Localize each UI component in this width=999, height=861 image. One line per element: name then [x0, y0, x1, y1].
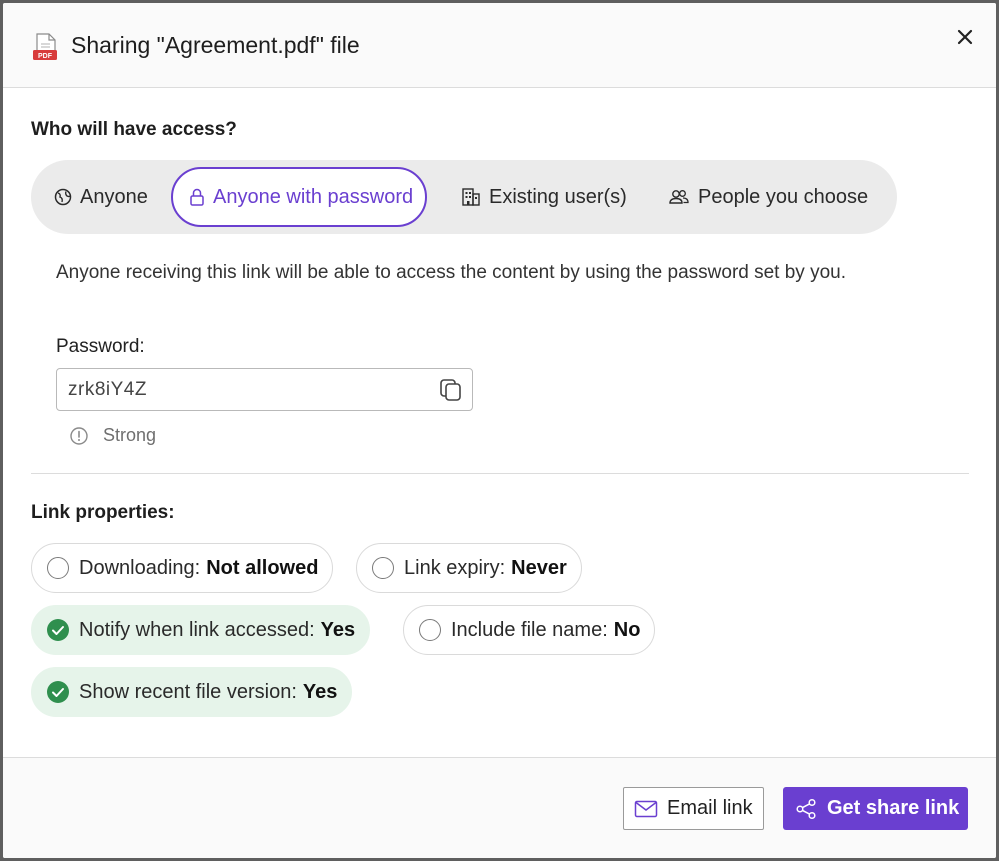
- password-field[interactable]: zrk8iY4Z: [56, 368, 473, 411]
- access-heading: Who will have access?: [31, 119, 237, 140]
- property-value: Yes: [320, 618, 356, 641]
- copy-icon: [440, 379, 461, 401]
- check-circle-icon: [47, 681, 69, 703]
- email-link-label: Email link: [667, 797, 753, 819]
- property-show-recent-version[interactable]: Show recent file version: Yes: [31, 667, 353, 717]
- access-description: Anyone receiving this link will be able …: [56, 262, 846, 283]
- property-downloading[interactable]: Downloading: Not allowed: [31, 543, 334, 593]
- access-option-label: Existing user(s): [489, 185, 627, 208]
- property-notify-when-accessed[interactable]: Notify when link accessed: Yes: [31, 605, 371, 655]
- dialog-footer: Email link Get share link: [3, 757, 996, 858]
- close-icon: [957, 29, 973, 45]
- password-label: Password:: [56, 336, 145, 357]
- access-option-people-you-choose[interactable]: People you choose: [668, 167, 868, 227]
- get-share-link-label: Get share link: [827, 797, 960, 819]
- svg-text:PDF: PDF: [38, 53, 53, 60]
- property-value: No: [613, 618, 641, 641]
- password-strength: Strong: [69, 425, 156, 446]
- property-label: Downloading:: [79, 556, 201, 579]
- property-value: Not allowed: [206, 556, 319, 579]
- radio-unchecked-icon: [419, 619, 441, 641]
- people-icon: [669, 190, 689, 204]
- access-option-anyone[interactable]: Anyone: [54, 167, 148, 227]
- section-divider: [31, 473, 969, 474]
- info-circle-icon: [70, 426, 88, 445]
- lock-icon: [190, 188, 204, 206]
- pdf-file-icon: PDF: [31, 33, 59, 61]
- access-option-label: Anyone with password: [213, 185, 414, 208]
- copy-password-button[interactable]: [438, 377, 464, 403]
- share-icon: [796, 798, 816, 819]
- property-link-expiry[interactable]: Link expiry: Never: [356, 543, 582, 593]
- password-strength-label: Strong: [103, 425, 157, 445]
- access-option-label: People you choose: [698, 185, 869, 208]
- access-option-label: Anyone: [80, 185, 148, 208]
- property-label: Link expiry:: [404, 556, 506, 579]
- get-share-link-button[interactable]: Get share link: [783, 787, 968, 830]
- radio-unchecked-icon: [47, 557, 69, 579]
- dialog-header: PDF Sharing "Agreement.pdf" file: [3, 3, 996, 88]
- email-link-button[interactable]: Email link: [623, 787, 764, 830]
- dialog-title: Sharing "Agreement.pdf" file: [71, 32, 360, 58]
- check-circle-icon: [47, 619, 69, 641]
- property-label: Show recent file version:: [79, 680, 297, 703]
- close-button[interactable]: [950, 22, 980, 52]
- property-label: Notify when link accessed:: [79, 618, 315, 641]
- building-icon: [462, 188, 480, 206]
- mail-icon: [634, 800, 658, 817]
- share-dialog: PDF Sharing "Agreement.pdf" file Who wil…: [3, 3, 996, 858]
- globe-icon: [54, 188, 72, 206]
- property-value: Never: [511, 556, 567, 579]
- property-value: Yes: [302, 680, 338, 703]
- access-option-anyone-with-password[interactable]: Anyone with password: [171, 167, 428, 227]
- link-properties-heading: Link properties:: [31, 502, 175, 523]
- radio-unchecked-icon: [372, 557, 394, 579]
- password-value: zrk8iY4Z: [68, 379, 147, 400]
- access-type-selector: Anyone Anyone with password Existing use…: [31, 160, 897, 234]
- property-label: Include file name:: [451, 618, 608, 641]
- property-include-file-name[interactable]: Include file name: No: [403, 605, 656, 655]
- access-option-existing-users[interactable]: Existing user(s): [461, 167, 627, 227]
